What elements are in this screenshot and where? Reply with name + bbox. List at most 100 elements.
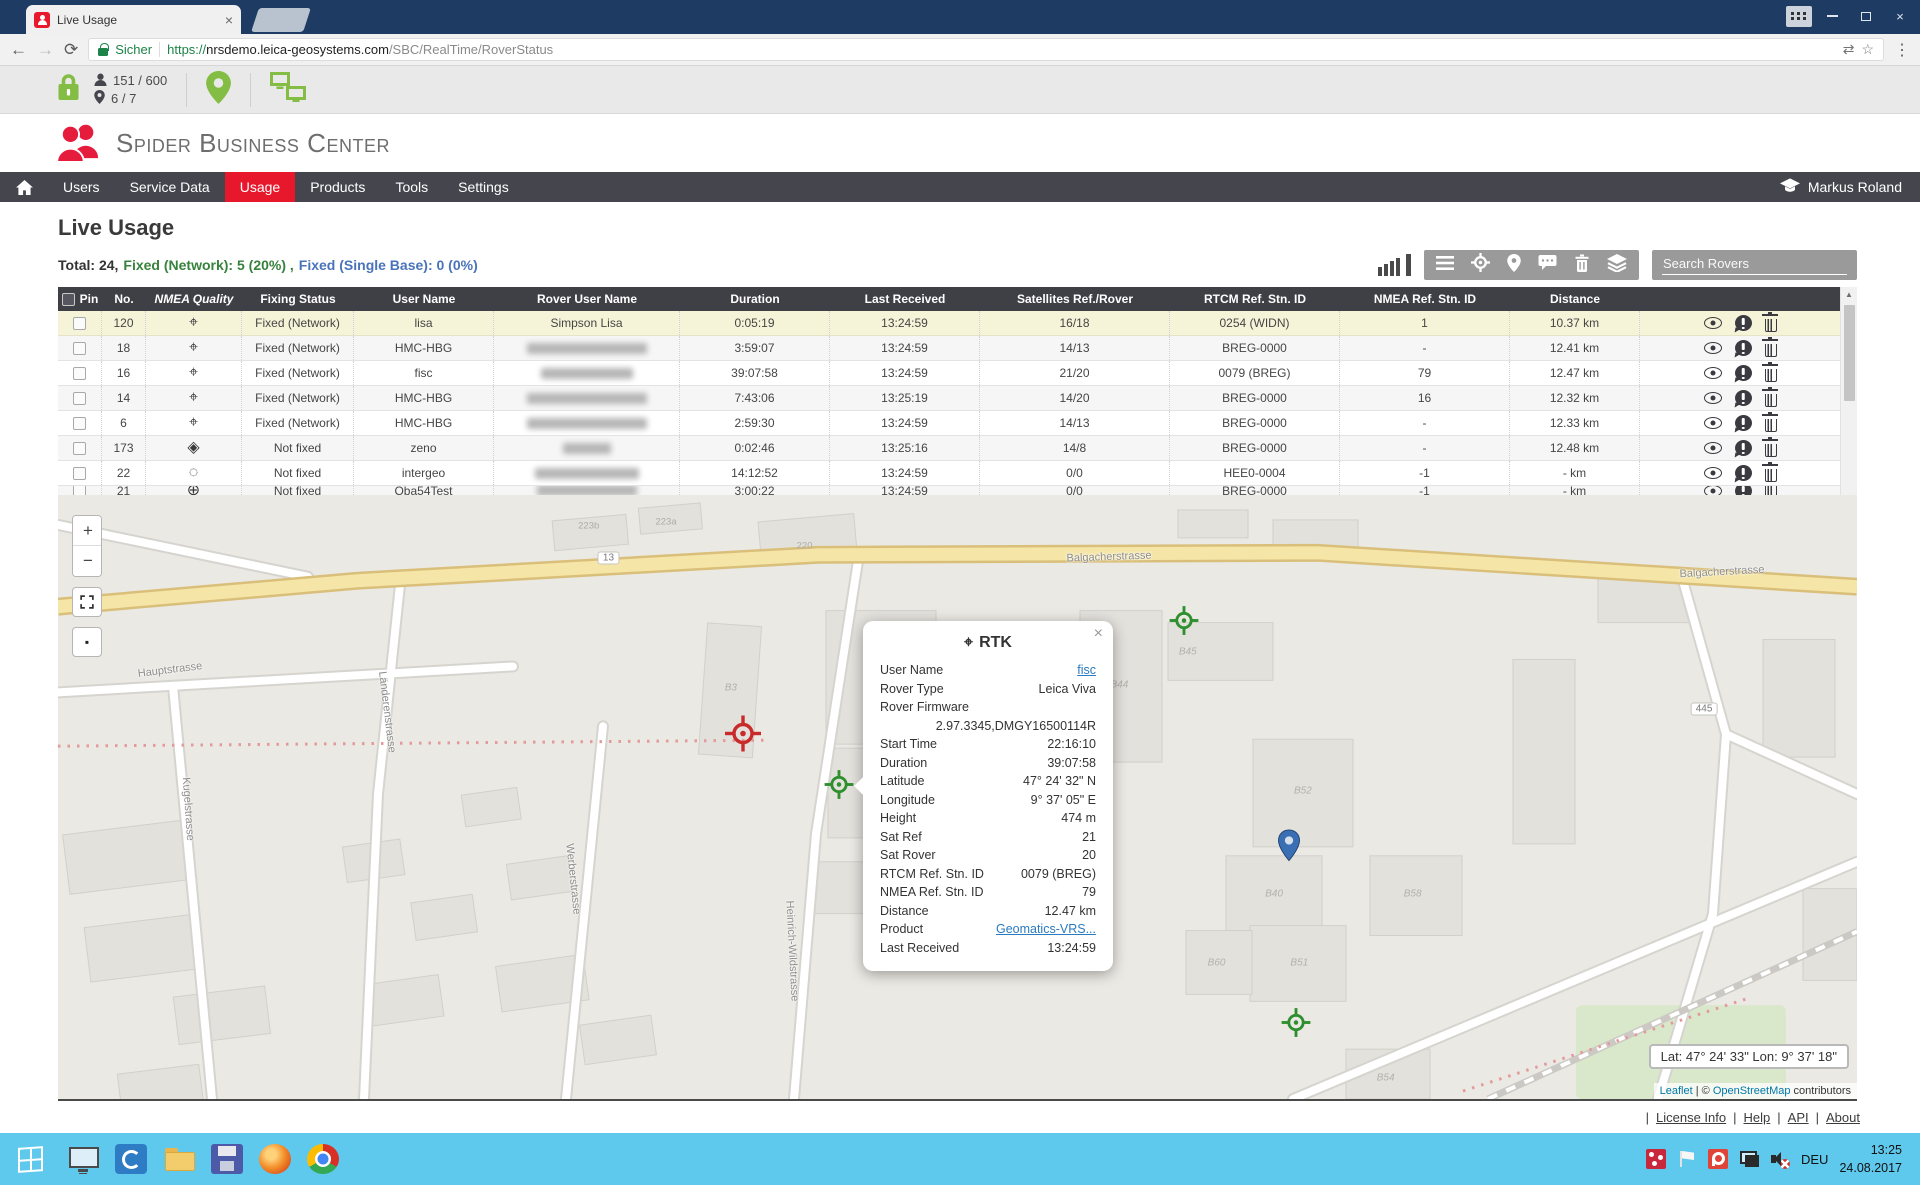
header-satellites[interactable]: Satellites Ref./Rover	[980, 292, 1170, 306]
taskbar-save-icon[interactable]	[211, 1144, 243, 1174]
footer-link[interactable]: API	[1770, 1110, 1808, 1125]
header-nmea-quality[interactable]: NMEA Quality	[146, 292, 242, 306]
alert-message-icon[interactable]	[1735, 415, 1752, 431]
taskbar-app-icon[interactable]	[115, 1144, 147, 1174]
select-all-checkbox[interactable]	[62, 293, 75, 306]
tray-flag-icon[interactable]	[1677, 1149, 1697, 1169]
message-icon[interactable]	[1538, 254, 1557, 276]
list-icon[interactable]	[1436, 255, 1454, 276]
table-row[interactable]: 16 ⌖ Fixed (Network) fisc 39:07:58 13:24…	[58, 361, 1840, 386]
row-checkbox[interactable]	[73, 342, 86, 355]
view-icon[interactable]	[1704, 442, 1722, 454]
delete-row-icon[interactable]	[1765, 394, 1777, 407]
user-menu[interactable]: Markus Roland	[1780, 172, 1920, 202]
table-row[interactable]: 22 ◌ Not fixed intergeo 14:12:52 13:24:5…	[58, 461, 1840, 486]
table-row[interactable]: 21 ⊕ Not fixed Oba54Test 3:00:22 13:24:5…	[58, 486, 1840, 495]
chart-bars-icon[interactable]	[1378, 254, 1411, 276]
home-icon[interactable]	[0, 172, 48, 202]
forward-icon[interactable]: →	[37, 41, 54, 58]
alert-message-icon[interactable]	[1735, 440, 1752, 456]
row-checkbox[interactable]	[73, 467, 86, 480]
translate-icon[interactable]: ⇄	[1843, 41, 1855, 58]
search-input[interactable]	[1652, 250, 1857, 280]
window-close-button[interactable]: ×	[1886, 5, 1914, 27]
clock[interactable]: 13:2524.08.2017	[1839, 1141, 1910, 1177]
delete-row-icon[interactable]	[1765, 444, 1777, 457]
header-nmea-id[interactable]: NMEA Ref. Stn. ID	[1340, 292, 1510, 306]
taskbar-chrome-icon[interactable]	[307, 1144, 339, 1174]
popup-close-icon[interactable]: ×	[1094, 626, 1103, 642]
table-row[interactable]: 6 ⌖ Fixed (Network) HMC-HBG 2:59:30 13:2…	[58, 411, 1840, 436]
reload-icon[interactable]: ⟳	[64, 41, 78, 58]
nav-item[interactable]: Service Data	[115, 172, 225, 202]
tab-close-icon[interactable]: ×	[225, 13, 233, 27]
header-last-received[interactable]: Last Received	[830, 292, 980, 306]
footer-link[interactable]: Help	[1726, 1110, 1770, 1125]
start-button[interactable]	[18, 1146, 43, 1173]
pin-marker-icon[interactable]	[1507, 254, 1521, 277]
rover-marker-green[interactable]	[1280, 1007, 1312, 1044]
map[interactable]: BalgacherstrasseBalgacherstrasseHauptstr…	[58, 495, 1857, 1101]
browser-menu-icon[interactable]: ⋮	[1894, 40, 1910, 60]
row-checkbox[interactable]	[73, 317, 86, 330]
scroll-up-icon[interactable]: ▲	[1845, 287, 1853, 302]
row-checkbox[interactable]	[73, 442, 86, 455]
footer-link[interactable]: License Info	[1639, 1110, 1727, 1125]
header-rover-user-name[interactable]: Rover User Name	[494, 292, 680, 306]
rover-marker-red[interactable]	[723, 713, 763, 758]
tray-app-icon[interactable]	[1708, 1149, 1728, 1169]
header-rtcm[interactable]: RTCM Ref. Stn. ID	[1170, 292, 1340, 306]
taskbar-folder-icon[interactable]	[163, 1144, 195, 1174]
zoom-in-button[interactable]: +	[73, 516, 102, 546]
view-icon[interactable]	[1704, 467, 1722, 479]
tray-network-share-icon[interactable]	[1646, 1149, 1666, 1169]
footer-link[interactable]: About	[1809, 1110, 1860, 1125]
row-checkbox[interactable]	[73, 486, 86, 495]
alert-message-icon[interactable]	[1735, 486, 1752, 495]
table-row[interactable]: 14 ⌖ Fixed (Network) HMC-HBG 7:43:06 13:…	[58, 386, 1840, 411]
rover-marker-green[interactable]	[1168, 605, 1200, 642]
back-icon[interactable]: ←	[10, 41, 27, 58]
window-maximize-button[interactable]	[1852, 5, 1880, 27]
table-row[interactable]: 120 ⌖ Fixed (Network) lisa Simpson Lisa …	[58, 311, 1840, 336]
browser-tab[interactable]: Live Usage ×	[26, 5, 241, 34]
network-icon[interactable]	[270, 72, 306, 107]
bookmark-star-icon[interactable]: ☆	[1861, 41, 1874, 58]
language-indicator[interactable]: DEU	[1801, 1152, 1828, 1167]
header-fixing-status[interactable]: Fixing Status	[242, 292, 354, 306]
delete-icon[interactable]	[1574, 254, 1590, 277]
target-icon[interactable]	[1471, 253, 1490, 277]
alert-message-icon[interactable]	[1735, 315, 1752, 331]
alert-message-icon[interactable]	[1735, 465, 1752, 481]
alert-message-icon[interactable]	[1735, 365, 1752, 381]
header-pin[interactable]: Pin	[58, 292, 102, 306]
view-icon[interactable]	[1704, 367, 1722, 379]
header-no[interactable]: No.	[102, 292, 146, 306]
address-bar[interactable]: Sicher https://nrsdemo.leica-geosystems.…	[88, 38, 1884, 61]
delete-row-icon[interactable]	[1765, 319, 1777, 332]
window-minimize-button[interactable]	[1818, 5, 1846, 27]
taskbar-firefox-icon[interactable]	[259, 1144, 291, 1174]
view-icon[interactable]	[1704, 392, 1722, 404]
taskbar-explorer-icon[interactable]	[67, 1144, 99, 1174]
layers-icon[interactable]	[1607, 254, 1627, 277]
nav-item[interactable]: Usage	[225, 172, 295, 202]
delete-row-icon[interactable]	[1765, 486, 1777, 495]
row-checkbox[interactable]	[73, 417, 86, 430]
header-distance[interactable]: Distance	[1510, 292, 1640, 306]
table-row[interactable]: 173 ◈ Not fixed zeno 0:02:46 13:25:16 14…	[58, 436, 1840, 461]
osm-link[interactable]: OpenStreetMap	[1713, 1085, 1791, 1097]
marker-toggle-button[interactable]: ▪	[72, 627, 102, 657]
nav-item[interactable]: Users	[48, 172, 115, 202]
fullscreen-button[interactable]	[72, 587, 102, 617]
tray-volume-muted-icon[interactable]	[1770, 1149, 1790, 1169]
delete-row-icon[interactable]	[1765, 344, 1777, 357]
view-icon[interactable]	[1704, 486, 1722, 495]
view-icon[interactable]	[1704, 417, 1722, 429]
delete-row-icon[interactable]	[1765, 419, 1777, 432]
header-user-name[interactable]: User Name	[354, 292, 494, 306]
scrollbar-thumb[interactable]	[1844, 305, 1855, 401]
browser-profile-button[interactable]	[1786, 6, 1812, 27]
row-checkbox[interactable]	[73, 367, 86, 380]
alert-message-icon[interactable]	[1735, 390, 1752, 406]
